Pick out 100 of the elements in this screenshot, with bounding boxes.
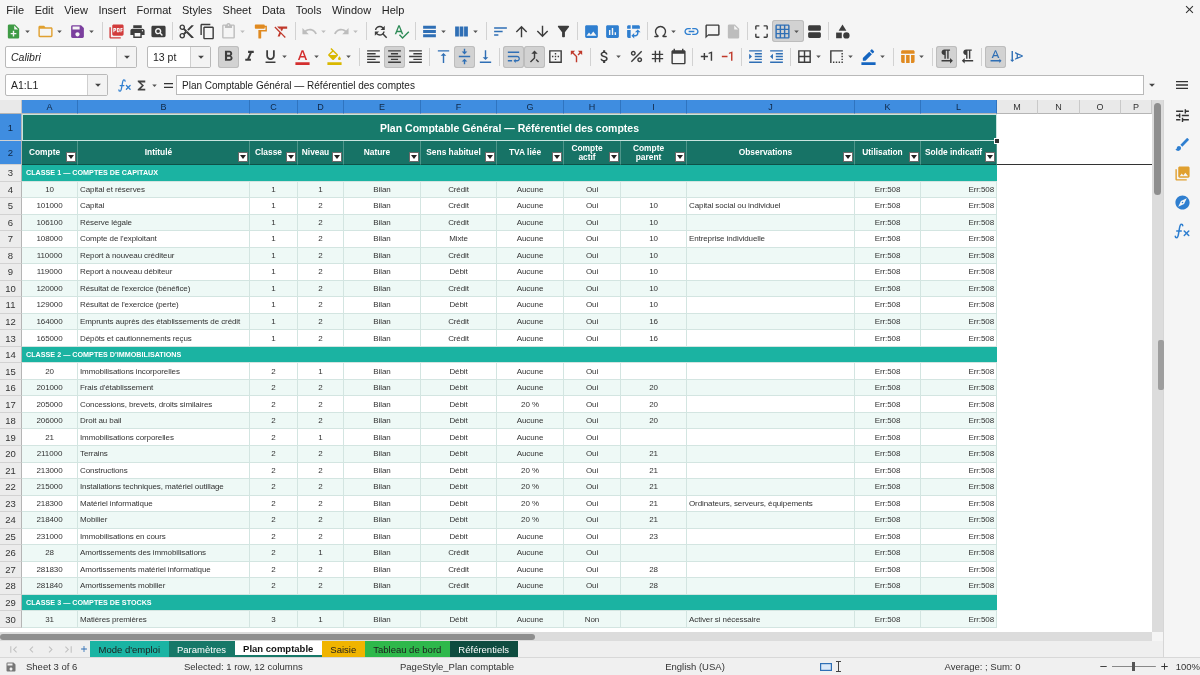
row-number[interactable]: 7	[0, 231, 22, 248]
column-letter[interactable]: H	[564, 100, 621, 114]
column-letter[interactable]: F	[421, 100, 497, 114]
column-letter[interactable]: E	[344, 100, 421, 114]
menu-item[interactable]: Help	[376, 1, 410, 18]
wrap-text-button[interactable]	[503, 45, 524, 68]
name-box-field[interactable]: A1:L1	[5, 74, 108, 96]
merge-center-button[interactable]	[524, 45, 545, 68]
row-number[interactable]: 5	[0, 198, 22, 215]
menu-item[interactable]: Data	[256, 1, 291, 18]
filter-button[interactable]	[675, 152, 685, 162]
filter-button[interactable]	[332, 152, 342, 162]
font-size-field[interactable]: 13 pt	[147, 45, 211, 68]
row-number[interactable]: 15	[0, 363, 22, 380]
row-number[interactable]: 1	[0, 114, 22, 141]
menu-item[interactable]: Format	[131, 1, 177, 18]
table-cell: 28	[22, 545, 78, 562]
row-number[interactable]: 3	[0, 165, 22, 182]
vertical-scrollbar[interactable]	[1152, 100, 1163, 632]
text-cursor-icon[interactable]	[835, 661, 841, 672]
filter-button[interactable]	[909, 152, 919, 162]
row-number[interactable]: 22	[0, 479, 22, 496]
sidebar-collapse-handle[interactable]	[1158, 340, 1164, 390]
filter-button[interactable]	[66, 152, 76, 162]
table-cell: 10	[621, 297, 687, 314]
filter-button[interactable]	[552, 152, 562, 162]
speech-bubble-icon	[704, 22, 721, 40]
sheet-tab[interactable]: Tableau de bord	[364, 641, 450, 657]
filter-button[interactable]	[985, 152, 995, 162]
align-center-button[interactable]	[384, 45, 405, 68]
rectangle-icon[interactable]	[819, 662, 832, 671]
column-letter[interactable]: L	[921, 100, 997, 114]
table-cell: 2	[250, 445, 298, 463]
horizontal-scrollbar[interactable]	[0, 632, 1152, 641]
caret-icon	[240, 155, 246, 159]
selection-handle[interactable]	[994, 138, 1000, 144]
filter-button[interactable]	[485, 152, 495, 162]
zoom-in-button[interactable]	[1158, 661, 1170, 672]
column-letter[interactable]: I	[621, 100, 687, 114]
row-number[interactable]: 30	[0, 611, 22, 628]
row-number[interactable]: 13	[0, 330, 22, 347]
filter-button[interactable]	[409, 152, 419, 162]
menu-item[interactable]: Styles	[176, 1, 218, 18]
formula-input[interactable]: Plan Comptable Général — Référentiel des comptes	[176, 75, 1144, 95]
filter-button[interactable]	[843, 152, 853, 162]
table-icon	[899, 48, 916, 65]
align-middle-button[interactable]	[454, 45, 475, 68]
indent-right-icon	[747, 48, 764, 65]
column-letter[interactable]: O	[1080, 100, 1121, 114]
bold-button[interactable]	[218, 45, 239, 68]
zoom-percentage[interactable]: 100%	[1175, 661, 1200, 672]
sheet-tab[interactable]: Plan comptable	[234, 641, 322, 657]
column-letter[interactable]: C	[250, 100, 298, 114]
language[interactable]: English (USA)	[665, 661, 725, 672]
column-letter[interactable]: P	[1121, 100, 1152, 114]
scrollbar-thumb[interactable]	[0, 633, 535, 640]
filter-button[interactable]	[238, 152, 248, 162]
sheet-tab[interactable]: Saisie	[321, 641, 365, 657]
table-cell: Crédit	[421, 545, 497, 562]
row-number[interactable]: 2	[0, 141, 22, 165]
slider-thumb[interactable]	[1132, 662, 1136, 671]
row-number[interactable]: 28	[0, 578, 22, 595]
sheet-tab[interactable]: Paramètres	[168, 641, 235, 657]
menu-item[interactable]: Sheet	[217, 1, 257, 18]
menu-item[interactable]: Tools	[290, 1, 327, 18]
menu-item[interactable]: Window	[326, 1, 377, 18]
left-to-right-button[interactable]	[936, 45, 957, 68]
column-letter[interactable]: G	[497, 100, 564, 114]
table-cell: 20 %	[497, 479, 564, 496]
row-number[interactable]: 19	[0, 429, 22, 446]
row-number[interactable]: 9	[0, 264, 22, 281]
table-cell: Oui	[564, 198, 621, 215]
column-letter[interactable]: A	[22, 100, 78, 114]
caret-icon	[677, 155, 683, 159]
column-letter[interactable]: M	[997, 100, 1038, 114]
filter-button[interactable]	[609, 152, 619, 162]
sheet-tab[interactable]: Référentiels	[449, 641, 518, 657]
table-cell: 1	[250, 264, 298, 281]
column-letter[interactable]: B	[78, 100, 250, 114]
menu-item[interactable]: Insert	[93, 1, 132, 18]
scrollbar-thumb[interactable]	[1154, 103, 1161, 195]
menu-item[interactable]: View	[58, 1, 94, 18]
table-cell: Immobilisations corporelles	[78, 429, 250, 446]
column-letter[interactable]: K	[855, 100, 921, 114]
column-letter[interactable]: J	[687, 100, 855, 114]
table-cell: 2	[250, 479, 298, 496]
table-cell: 218400	[22, 512, 78, 529]
filter-button[interactable]	[286, 152, 296, 162]
menu-item[interactable]: File	[1, 1, 30, 18]
row-number[interactable]: 11	[0, 297, 22, 314]
row-number[interactable]: 26	[0, 545, 22, 562]
align-left-icon	[365, 48, 382, 65]
column-letter[interactable]: D	[298, 100, 344, 114]
font-name-field[interactable]: Calibri	[5, 45, 137, 68]
horizontal-text-button[interactable]	[985, 45, 1006, 68]
row-number[interactable]: 24	[0, 512, 22, 529]
column-letter[interactable]: N	[1038, 100, 1080, 114]
sheet-tab[interactable]: Mode d'emploi	[90, 641, 169, 657]
menu-item[interactable]: Edit	[29, 1, 59, 18]
row-number[interactable]: 17	[0, 396, 22, 413]
